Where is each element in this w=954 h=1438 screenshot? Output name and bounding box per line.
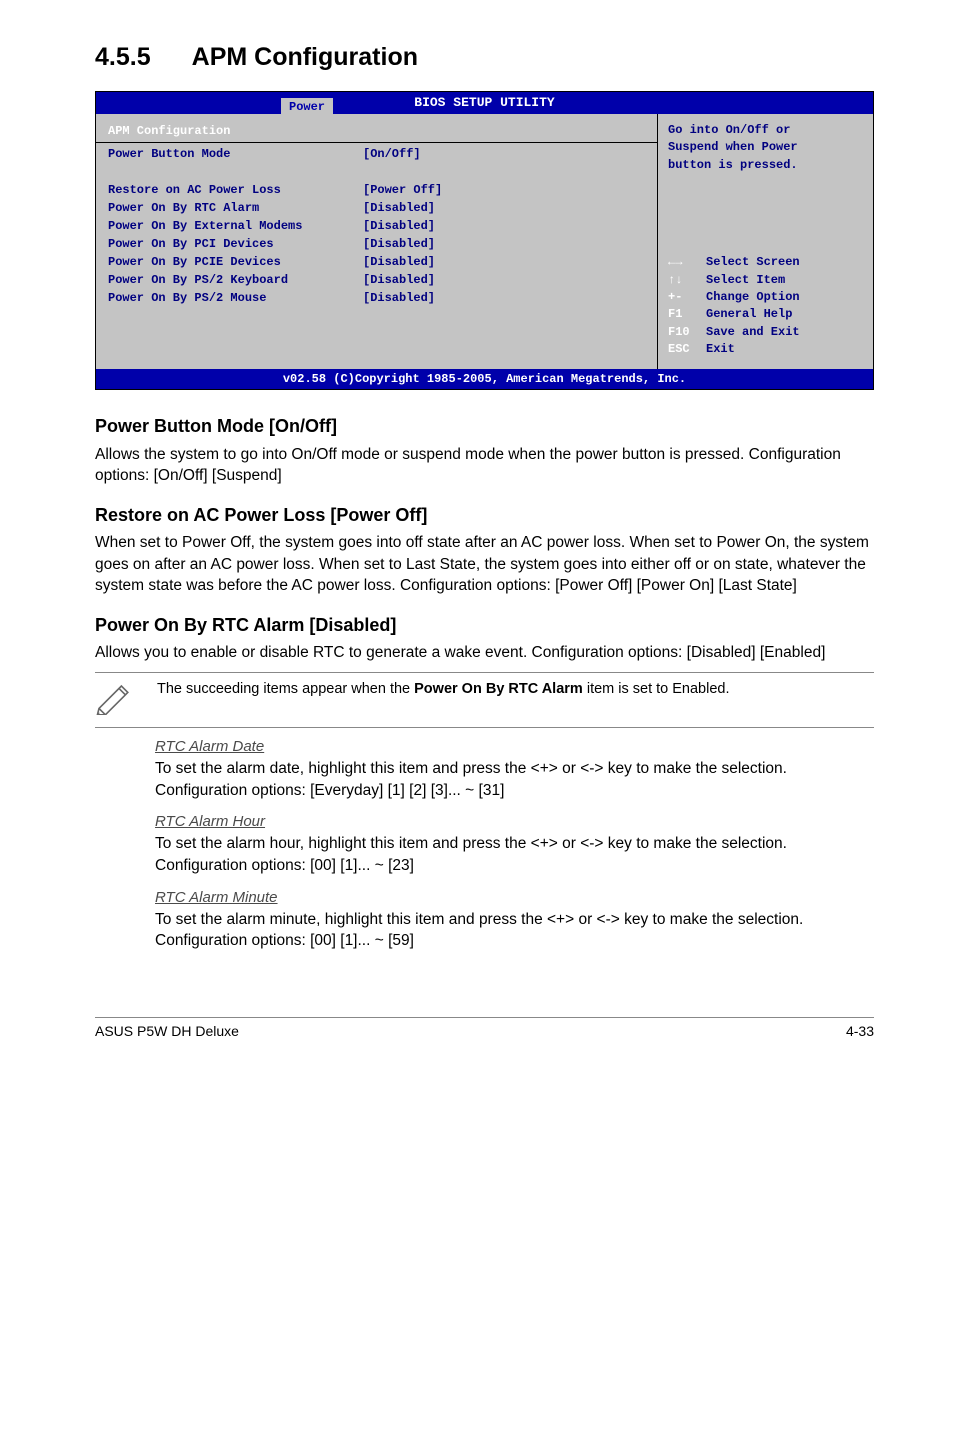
bios-setting-value: [Power Off]	[363, 181, 442, 199]
bios-setting-row: Power On By PCI Devices[Disabled]	[108, 235, 645, 253]
sub-block-rtc-hour: RTC Alarm Hour To set the alarm hour, hi…	[95, 811, 874, 876]
bios-help-key: +-	[668, 289, 706, 306]
footer-left: ASUS P5W DH Deluxe	[95, 1022, 239, 1042]
note-text: The succeeding items appear when the Pow…	[157, 679, 730, 699]
sub-title: RTC Alarm Minute	[155, 887, 278, 908]
paragraph: To set the alarm minute, highlight this …	[155, 909, 874, 952]
bios-help-desc: Select Item	[706, 273, 785, 287]
bios-setting-row: Power On By PS/2 Keyboard[Disabled]	[108, 271, 645, 289]
bios-setting-value: [Disabled]	[363, 289, 435, 307]
bios-help-row: ESCExit	[668, 341, 863, 358]
bios-setting-label: Power On By PCI Devices	[108, 235, 363, 253]
bios-help-key: ←→	[668, 254, 706, 271]
bios-setting-row: Power On By PS/2 Mouse[Disabled]	[108, 289, 645, 307]
section-number: 4.5.5	[95, 40, 151, 75]
bios-setting-label: Power On By RTC Alarm	[108, 199, 363, 217]
bios-help-row: F10Save and Exit	[668, 324, 863, 341]
bios-help-desc: Exit	[706, 342, 735, 356]
bios-key-help: ←→Select Screen↑↓Select Item+-Change Opt…	[668, 254, 863, 358]
bios-setup-panel: BIOS SETUP UTILITY Power APM Configurati…	[95, 91, 874, 390]
bios-setting-value: [On/Off]	[363, 145, 421, 163]
subheading-rtc-alarm: Power On By RTC Alarm [Disabled]	[95, 613, 874, 638]
bios-config-header: APM Configuration	[108, 122, 645, 140]
sub-block-rtc-date: RTC Alarm Date To set the alarm date, hi…	[95, 736, 874, 801]
bios-help-desc: Save and Exit	[706, 325, 800, 339]
bios-help-desc: Select Screen	[706, 255, 800, 269]
paragraph: Allows the system to go into On/Off mode…	[95, 444, 874, 487]
bios-setting-label	[108, 163, 363, 181]
subheading-restore-ac: Restore on AC Power Loss [Power Off]	[95, 503, 874, 528]
bios-setting-label: Restore on AC Power Loss	[108, 181, 363, 199]
note-pencil-icon	[95, 679, 137, 721]
paragraph: To set the alarm date, highlight this it…	[155, 758, 874, 801]
bios-setting-value: [Disabled]	[363, 217, 435, 235]
bios-title-bar: BIOS SETUP UTILITY Power	[96, 92, 873, 114]
bios-setting-label: Power On By PS/2 Mouse	[108, 289, 363, 307]
bios-help-key: F10	[668, 324, 706, 341]
bios-setting-label: Power Button Mode	[108, 145, 363, 163]
sub-title: RTC Alarm Hour	[155, 811, 265, 832]
section-title-text: APM Configuration	[192, 43, 418, 71]
bios-footer: v02.58 (C)Copyright 1985-2005, American …	[96, 369, 873, 390]
bios-setting-value: [Disabled]	[363, 271, 435, 289]
bios-help-row: ↑↓Select Item	[668, 272, 863, 289]
subheading-power-button-mode: Power Button Mode [On/Off]	[95, 414, 874, 439]
bios-setting-value: [Disabled]	[363, 235, 435, 253]
bios-setting-label: Power On By PCIE Devices	[108, 253, 363, 271]
bios-help-row: ←→Select Screen	[668, 254, 863, 271]
sub-title: RTC Alarm Date	[155, 736, 264, 757]
page-footer: ASUS P5W DH Deluxe 4-33	[95, 1017, 874, 1042]
section-heading: 4.5.5 APM Configuration	[95, 40, 874, 75]
bios-help-key: ↑↓	[668, 272, 706, 289]
bios-context-help: Go into On/Off or Suspend when Power but…	[668, 122, 863, 174]
bios-help-key: ESC	[668, 341, 706, 358]
bios-right-pane: Go into On/Off or Suspend when Power but…	[658, 114, 873, 369]
bios-help-key: F1	[668, 306, 706, 323]
note-box: The succeeding items appear when the Pow…	[95, 672, 874, 728]
paragraph: To set the alarm hour, highlight this it…	[155, 833, 874, 876]
bios-setting-row: Power On By RTC Alarm[Disabled]	[108, 199, 645, 217]
divider	[96, 142, 657, 143]
bios-help-row: F1General Help	[668, 306, 863, 323]
bios-setting-value: [Disabled]	[363, 199, 435, 217]
bios-setting-value	[363, 163, 370, 181]
bios-left-pane: APM Configuration Power Button Mode[On/O…	[96, 114, 658, 369]
paragraph: Allows you to enable or disable RTC to g…	[95, 642, 874, 664]
bios-help-desc: Change Option	[706, 290, 800, 304]
bios-setting-row: Restore on AC Power Loss[Power Off]	[108, 181, 645, 199]
footer-right: 4-33	[846, 1022, 874, 1042]
bios-setting-label: Power On By PS/2 Keyboard	[108, 271, 363, 289]
bios-setting-label: Power On By External Modems	[108, 217, 363, 235]
bios-setting-row: Power Button Mode[On/Off]	[108, 145, 645, 163]
bios-setting-row: Power On By External Modems[Disabled]	[108, 217, 645, 235]
bios-setting-row: Power On By PCIE Devices[Disabled]	[108, 253, 645, 271]
bios-tab: Power	[281, 98, 333, 116]
bios-title: BIOS SETUP UTILITY	[414, 94, 554, 112]
paragraph: When set to Power Off, the system goes i…	[95, 532, 874, 597]
bios-help-row: +-Change Option	[668, 289, 863, 306]
bios-setting-row	[108, 163, 645, 181]
sub-block-rtc-minute: RTC Alarm Minute To set the alarm minute…	[95, 887, 874, 952]
bios-setting-value: [Disabled]	[363, 253, 435, 271]
bios-help-desc: General Help	[706, 307, 792, 321]
